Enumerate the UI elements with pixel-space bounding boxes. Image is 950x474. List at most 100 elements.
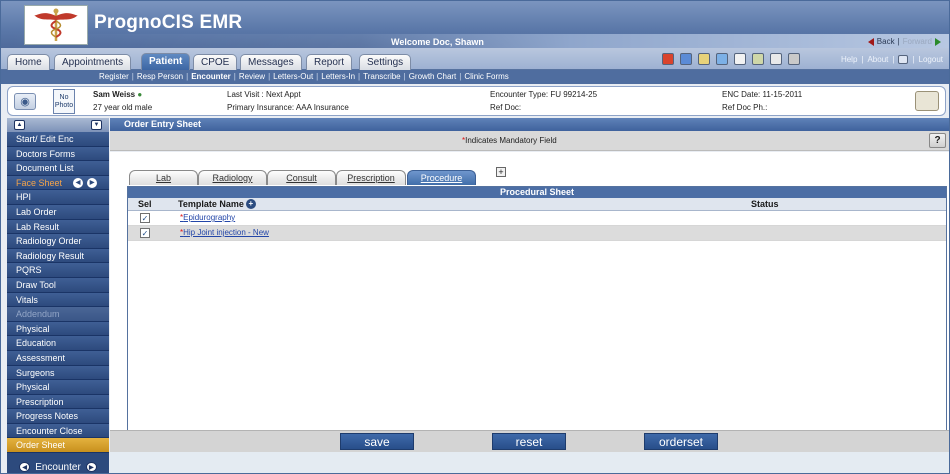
- tab-home[interactable]: Home: [7, 54, 50, 70]
- sidebar-footer: ◀ Encounter ▶: [7, 459, 109, 473]
- patient-card-icon[interactable]: [915, 91, 939, 111]
- patient-banner: ◉ No Photo Sam Weiss ● 27 year old male …: [7, 86, 946, 116]
- patient-photo[interactable]: No Photo: [53, 89, 75, 114]
- subnav-link-clinic-forms[interactable]: Clinic Forms: [464, 70, 508, 84]
- add-template-icon[interactable]: +: [245, 199, 256, 209]
- tab-messages[interactable]: Messages: [240, 54, 302, 70]
- sidebar-item-hpi[interactable]: HPI: [7, 190, 109, 205]
- sidebar-scroll-up-icon[interactable]: ▲: [14, 120, 25, 130]
- subnav-link-letters-out[interactable]: Letters-Out: [273, 70, 313, 84]
- sidebar-prev-icon[interactable]: ◀: [19, 462, 31, 472]
- back-arrow-icon[interactable]: [867, 37, 874, 46]
- sidebar-item-prescription[interactable]: Prescription: [7, 394, 109, 410]
- exit-icon[interactable]: [898, 55, 909, 64]
- sidebar-scroll-down-icon[interactable]: ▼: [91, 120, 102, 130]
- patient-age: 27 year old male: [93, 103, 153, 112]
- subnav-separator: |: [186, 72, 189, 81]
- row-select-checkbox[interactable]: ✓: [140, 228, 150, 238]
- column-status: Status: [751, 199, 779, 209]
- mandatory-note: *Indicates Mandatory Field: [462, 136, 557, 145]
- app-window: PrognoCIS EMR Welcome Doc, Shawn Back | …: [0, 0, 950, 474]
- sidebar-item-label: Lab Order: [16, 206, 57, 217]
- document-icon[interactable]: [752, 53, 764, 65]
- mail-icon[interactable]: [770, 53, 782, 65]
- template-link[interactable]: *Epidurography: [180, 213, 235, 222]
- subnav-separator: |: [403, 72, 406, 81]
- sidebar-item-doctors-forms[interactable]: Doctors Forms: [7, 146, 109, 162]
- sidebar-item-label: HPI: [16, 192, 32, 203]
- encounter-sidebar: ▲ ▼ Start/ Edit Enc Doctors Forms Document…: [7, 118, 109, 473]
- sidebar-footer-label[interactable]: Encounter: [35, 462, 81, 473]
- tab-patient[interactable]: Patient: [141, 53, 191, 70]
- sidebar-item-label: Encounter Close: [16, 425, 83, 436]
- subnav-link-encounter[interactable]: Encounter: [191, 70, 231, 84]
- sidebar-item-label: Draw Tool: [16, 279, 56, 290]
- tab-report[interactable]: Report: [306, 54, 353, 70]
- sidebar-item-progress-notes[interactable]: Progress Notes: [7, 409, 109, 424]
- alert-icon[interactable]: [662, 53, 674, 65]
- sidebar-item-pqrs[interactable]: PQRS: [7, 263, 109, 278]
- procedural-sheet-panel: Procedural Sheet Sel Template Name + Stat…: [127, 186, 947, 446]
- sidebar-item-label: Prescription: [16, 396, 64, 407]
- tab-cpoe[interactable]: CPOE: [193, 54, 238, 70]
- sidebar-item-face-sheet[interactable]: Face Sheet ◀ ▶: [7, 175, 109, 191]
- sidebar-header: ▲ ▼: [7, 118, 109, 132]
- help-link[interactable]: Help: [841, 55, 857, 64]
- face-sheet-next-icon[interactable]: ▶: [87, 177, 97, 188]
- sidebar-item-radiology-result[interactable]: Radiology Result: [7, 248, 109, 264]
- row-select-checkbox[interactable]: ✓: [140, 213, 150, 223]
- search-binoculars-icon[interactable]: ◉: [14, 93, 36, 110]
- sidebar-item-education[interactable]: Education: [7, 336, 109, 351]
- tab-prescription[interactable]: Prescription: [336, 170, 406, 185]
- sidebar-item-radiology-order[interactable]: Radiology Order: [7, 234, 109, 249]
- sidebar-item-encounter-close[interactable]: Encounter Close: [7, 423, 109, 439]
- subnav-separator: |: [459, 72, 462, 81]
- patient-name[interactable]: Sam Weiss ●: [93, 90, 142, 99]
- subnav-link-review[interactable]: Review: [239, 70, 265, 84]
- tab-settings[interactable]: Settings: [359, 54, 412, 70]
- subnav-link-resp-person[interactable]: Resp Person: [137, 70, 183, 84]
- sidebar-item-vitals[interactable]: Vitals: [7, 292, 109, 308]
- main-tab-bar: Home Appointments Patient CPOE Messages …: [1, 48, 949, 70]
- sidebar-next-icon[interactable]: ▶: [85, 462, 97, 472]
- sidebar-item-lab-order[interactable]: Lab Order: [7, 204, 109, 220]
- sidebar-item-label: Face Sheet: [16, 177, 63, 188]
- calendar-icon[interactable]: [680, 53, 692, 65]
- person-icon[interactable]: [734, 53, 746, 65]
- sidebar-item-physical[interactable]: Physical: [7, 321, 109, 337]
- subnav-link-register[interactable]: Register: [99, 70, 129, 84]
- back-link[interactable]: Back: [877, 37, 895, 46]
- sidebar-item-start-edit-enc[interactable]: Start/ Edit Enc: [7, 132, 109, 147]
- subnav-link-letters-in[interactable]: Letters-In: [321, 70, 355, 84]
- tasks-icon[interactable]: [716, 53, 728, 65]
- about-link[interactable]: About: [867, 55, 888, 64]
- sidebar-item-physical[interactable]: Physical: [7, 380, 109, 395]
- face-sheet-prev-icon[interactable]: ◀: [73, 177, 83, 188]
- sidebar-item-order-sheet[interactable]: Order Sheet: [7, 438, 109, 454]
- logout-link[interactable]: Logout: [919, 55, 943, 64]
- reset-button[interactable]: reset: [492, 433, 566, 450]
- subnav-separator: |: [316, 72, 319, 81]
- orderset-button[interactable]: orderset: [644, 433, 718, 450]
- template-link[interactable]: *Hip Joint injection - New: [180, 228, 269, 237]
- help-button[interactable]: ?: [929, 133, 946, 148]
- sidebar-item-lab-result[interactable]: Lab Result: [7, 219, 109, 235]
- tab-lab[interactable]: Lab: [129, 170, 198, 185]
- tab-radiology[interactable]: Radiology: [198, 170, 267, 185]
- info-icon[interactable]: [788, 53, 800, 65]
- subnav-link-transcribe[interactable]: Transcribe: [363, 70, 401, 84]
- tab-consult[interactable]: Consult: [267, 170, 336, 185]
- tab-appointments[interactable]: Appointments: [54, 54, 132, 70]
- fax-icon[interactable]: [698, 53, 710, 65]
- sidebar-item-surgeons[interactable]: Surgeons: [7, 365, 109, 381]
- save-button[interactable]: save: [340, 433, 414, 450]
- sidebar-item-assessment[interactable]: Assessment: [7, 350, 109, 366]
- forward-link[interactable]: Forward: [903, 37, 932, 46]
- encounter-type: Encounter Type: FU 99214-25: [490, 90, 598, 99]
- sidebar-item-draw-tool[interactable]: Draw Tool: [7, 277, 109, 293]
- subnav-link-growth-chart[interactable]: Growth Chart: [409, 70, 457, 84]
- sidebar-item-document-list[interactable]: Document List: [7, 161, 109, 176]
- forward-arrow-icon[interactable]: [935, 37, 941, 46]
- add-tab-icon[interactable]: +: [496, 167, 506, 177]
- tab-procedure[interactable]: Procedure: [407, 170, 476, 185]
